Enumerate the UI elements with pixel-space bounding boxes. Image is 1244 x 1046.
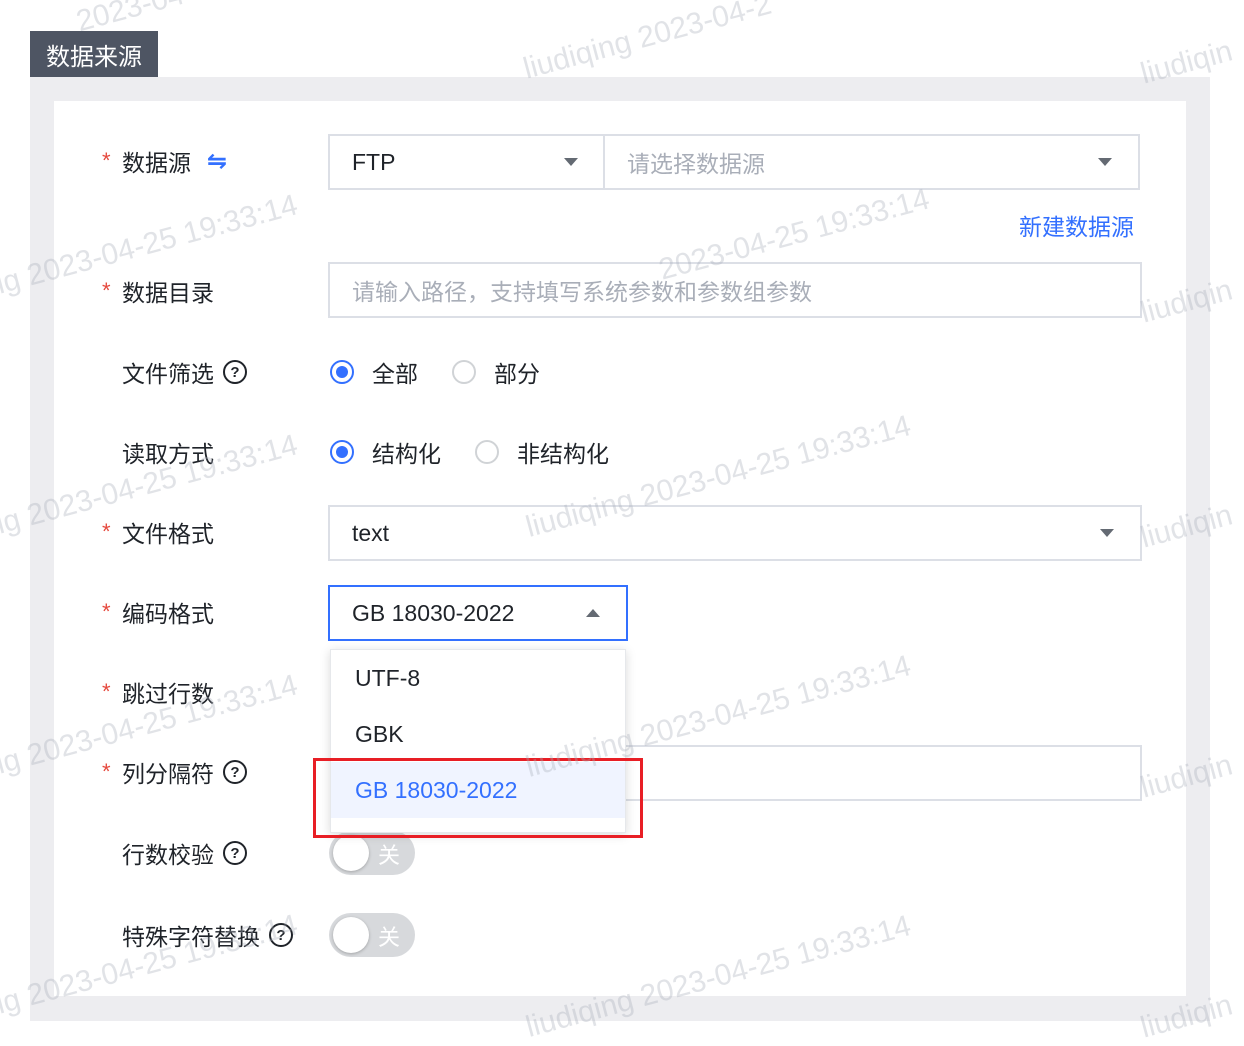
chevron-down-icon: [1100, 529, 1114, 537]
row-check-label-text: 行数校验: [122, 842, 214, 868]
chevron-up-icon: [586, 609, 600, 617]
radio-option-unstructured[interactable]: 非结构化: [475, 435, 609, 469]
watermark-text: liudiqing 2023-04-2: [519, 0, 775, 86]
radio-option-all[interactable]: 全部: [330, 355, 418, 389]
help-icon[interactable]: ?: [223, 360, 247, 384]
col-sep-input[interactable]: [600, 745, 1142, 801]
help-icon[interactable]: ?: [223, 841, 247, 865]
data-source-label: 数据源 ⇋: [122, 141, 227, 181]
col-sep-label: 列分隔符 ?: [122, 752, 247, 792]
radio-unchecked-icon: [475, 440, 499, 464]
file-format-select[interactable]: text: [328, 505, 1142, 561]
radio-checked-icon: [330, 360, 354, 384]
skip-rows-label: 跳过行数: [122, 681, 214, 707]
file-filter-radio-group: 全部 部分: [330, 352, 574, 392]
dropdown-option-gb18030[interactable]: GB 18030-2022: [331, 762, 625, 818]
data-dir-input[interactable]: 请输入路径，支持填写系统参数和参数组参数: [328, 262, 1142, 318]
dropdown-option-utf8[interactable]: UTF-8: [331, 650, 625, 706]
radio-option-structured[interactable]: 结构化: [330, 435, 441, 469]
row-check-switch[interactable]: 关: [329, 831, 415, 875]
radio-option-partial[interactable]: 部分: [452, 355, 540, 389]
data-source-placeholder: 请选择数据源: [627, 151, 765, 177]
file-filter-label-text: 文件筛选: [122, 361, 214, 387]
radio-checked-icon: [330, 440, 354, 464]
data-source-label-text: 数据源: [122, 150, 191, 176]
required-mark: *: [102, 278, 111, 303]
dropdown-option-gbk[interactable]: GBK: [331, 706, 625, 762]
section-title: 数据来源: [30, 31, 158, 77]
encoding-value: GB 18030-2022: [352, 599, 515, 626]
chevron-down-icon: [564, 158, 578, 166]
required-mark: *: [102, 759, 111, 784]
switch-text: 关: [378, 843, 401, 868]
encoding-label: 编码格式: [122, 601, 214, 627]
required-mark: *: [102, 519, 111, 544]
switch-knob: [333, 917, 369, 953]
row-check-label: 行数校验 ?: [122, 833, 247, 873]
special-replace-label: 特殊字符替换 ?: [122, 915, 293, 955]
help-icon[interactable]: ?: [269, 923, 293, 947]
data-source-select[interactable]: 请选择数据源: [603, 134, 1140, 190]
switch-text: 关: [378, 925, 401, 950]
encoding-dropdown: UTF-8 GBK GB 18030-2022: [330, 649, 626, 833]
encoding-select[interactable]: GB 18030-2022: [328, 585, 628, 641]
radio-label: 部分: [494, 361, 540, 387]
data-dir-label: 数据目录: [122, 280, 214, 306]
swap-icon[interactable]: ⇋: [207, 147, 227, 176]
special-replace-switch[interactable]: 关: [329, 913, 415, 957]
required-mark: *: [102, 148, 111, 173]
file-filter-label: 文件筛选 ?: [122, 352, 247, 392]
data-dir-placeholder: 请输入路径，支持填写系统参数和参数组参数: [352, 279, 812, 305]
switch-knob: [333, 835, 369, 871]
required-mark: *: [102, 599, 111, 624]
read-mode-radio-group: 结构化 非结构化: [330, 432, 643, 472]
source-type-select[interactable]: FTP: [328, 134, 606, 190]
radio-label: 结构化: [372, 441, 441, 467]
new-data-source-link[interactable]: 新建数据源: [1019, 208, 1134, 242]
chevron-down-icon: [1098, 158, 1112, 166]
radio-label: 非结构化: [517, 441, 609, 467]
radio-label: 全部: [372, 361, 418, 387]
required-mark: *: [102, 679, 111, 704]
special-replace-label-text: 特殊字符替换: [122, 924, 260, 950]
source-type-value: FTP: [352, 148, 396, 175]
file-format-label: 文件格式: [122, 521, 214, 547]
read-mode-label: 读取方式: [122, 441, 214, 467]
file-format-value: text: [352, 519, 390, 546]
help-icon[interactable]: ?: [223, 760, 247, 784]
col-sep-label-text: 列分隔符: [122, 761, 214, 787]
radio-unchecked-icon: [452, 360, 476, 384]
